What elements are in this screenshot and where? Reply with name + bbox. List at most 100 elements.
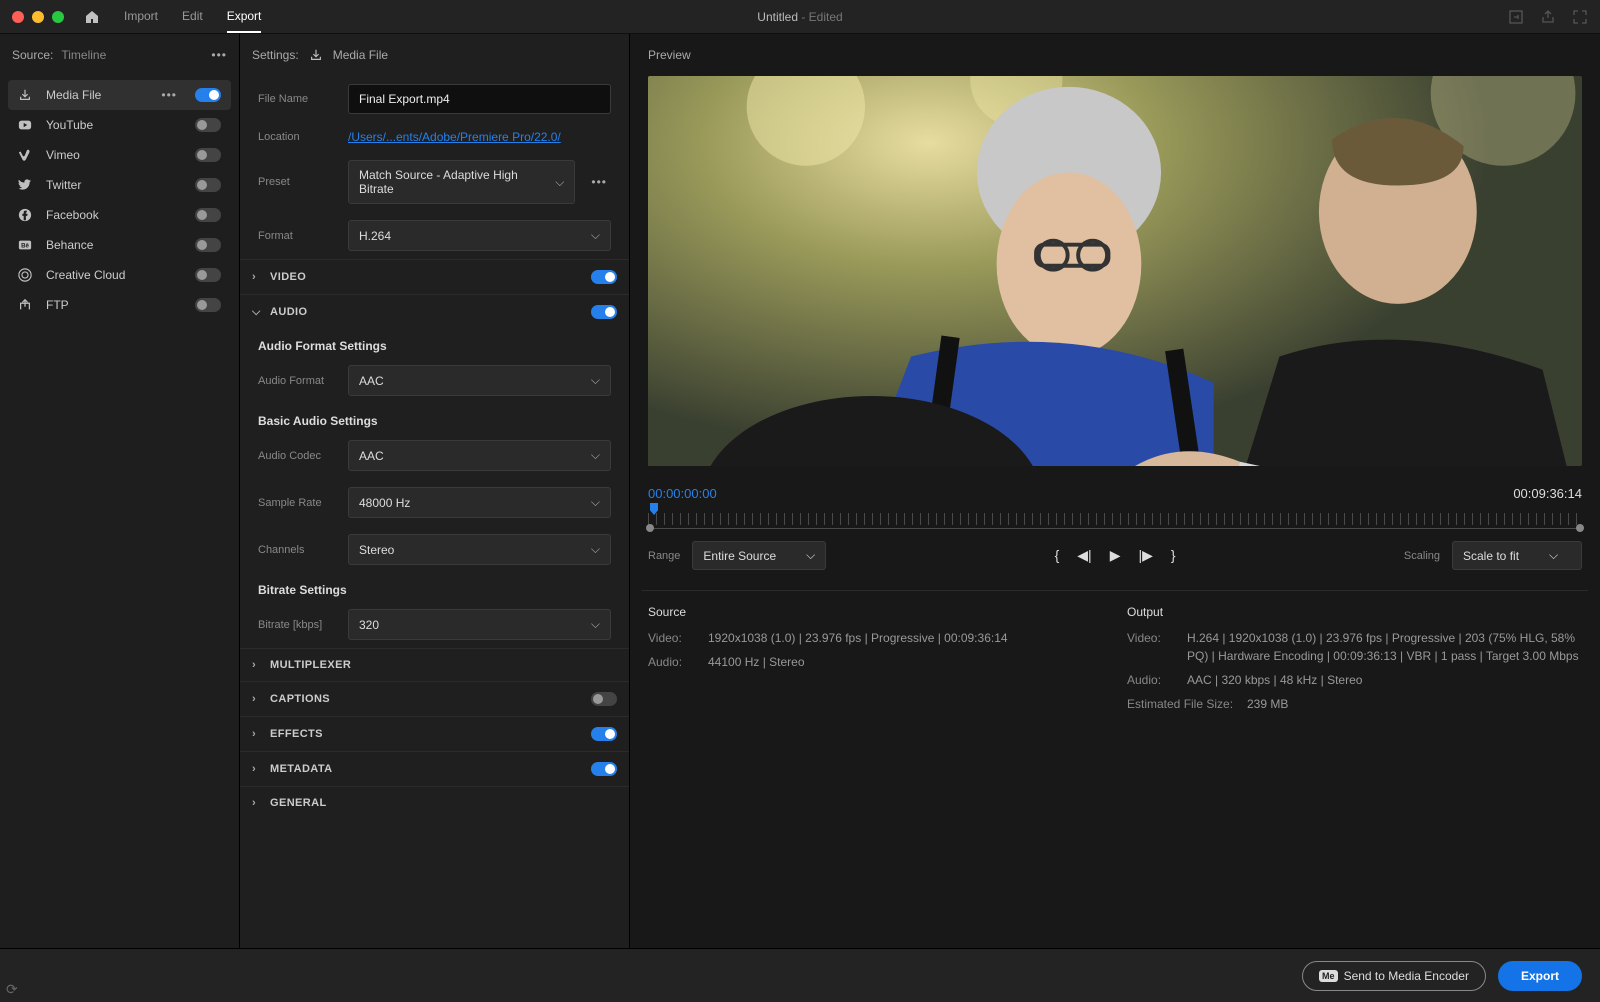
section-multiplexer[interactable]: ›MULTIPLEXER [240, 649, 629, 681]
tab-export[interactable]: Export [227, 1, 262, 33]
section-metadata-label: METADATA [270, 763, 332, 775]
titlebar: Import Edit Export Untitled - Edited [0, 0, 1600, 34]
preset-label: Preset [258, 176, 336, 188]
mark-in-icon[interactable]: { [1055, 547, 1060, 564]
section-audio[interactable]: ⌵ AUDIO [240, 295, 629, 329]
destination-label: FTP [46, 298, 183, 312]
step-forward-icon[interactable]: |▶ [1138, 547, 1152, 564]
section-general[interactable]: ›GENERAL [240, 787, 629, 819]
channels-value: Stereo [359, 543, 394, 557]
destination-toggle[interactable] [195, 118, 221, 132]
audio-codec-select[interactable]: AAC⌵ [348, 440, 611, 471]
section-effects[interactable]: ›EFFECTS [240, 717, 629, 751]
minimize-window[interactable] [32, 11, 44, 23]
destination-more-icon[interactable]: ••• [161, 88, 177, 102]
destination-twitter[interactable]: Twitter [8, 170, 231, 200]
ftp-icon [18, 298, 34, 312]
section-captions[interactable]: ›CAPTIONS [240, 682, 629, 716]
location-link[interactable]: /Users/...ents/Adobe/Premiere Pro/22.0/ [348, 130, 561, 144]
source-audio-label: Audio: [648, 653, 698, 671]
destination-toggle[interactable] [195, 298, 221, 312]
output-audio-value: AAC | 320 kbps | 48 kHz | Stereo [1187, 671, 1582, 689]
quick-export-icon[interactable] [1508, 9, 1524, 25]
destination-label: Twitter [46, 178, 183, 192]
audio-format-settings-heading: Audio Format Settings [240, 329, 629, 357]
home-icon[interactable] [84, 9, 100, 25]
tab-import[interactable]: Import [124, 1, 158, 33]
destination-toggle[interactable] [195, 268, 221, 282]
current-timecode[interactable]: 00:00:00:00 [648, 486, 717, 501]
preview-video-frame[interactable] [648, 76, 1582, 466]
chevron-right-icon: › [252, 271, 262, 283]
bitrate-settings-heading: Bitrate Settings [240, 573, 629, 601]
bitrate-value: 320 [359, 618, 379, 632]
destination-ftp[interactable]: FTP [8, 290, 231, 320]
mark-out-icon[interactable]: } [1171, 547, 1176, 564]
destination-vimeo[interactable]: Vimeo [8, 140, 231, 170]
share-icon[interactable] [1540, 9, 1556, 25]
output-video-value: H.264 | 1920x1038 (1.0) | 23.976 fps | P… [1187, 629, 1582, 665]
destination-toggle[interactable] [195, 148, 221, 162]
destination-toggle[interactable] [195, 238, 221, 252]
export-button[interactable]: Export [1498, 961, 1582, 991]
effects-toggle[interactable] [591, 727, 617, 741]
svg-text:Bē: Bē [21, 243, 29, 250]
settings-panel: Settings: Media File File Name Location … [240, 34, 630, 948]
sample-rate-label: Sample Rate [258, 497, 336, 509]
preset-select[interactable]: Match Source - Adaptive High Bitrate ⌵ [348, 160, 575, 204]
section-video[interactable]: › VIDEO [240, 260, 629, 294]
fullscreen-icon[interactable] [1572, 9, 1588, 25]
in-point-marker[interactable] [646, 524, 654, 532]
destination-media-file[interactable]: Media File••• [8, 80, 231, 110]
video-toggle[interactable] [591, 270, 617, 284]
destination-behance[interactable]: BēBehance [8, 230, 231, 260]
destination-label: Vimeo [46, 148, 183, 162]
destination-creative-cloud[interactable]: Creative Cloud [8, 260, 231, 290]
close-window[interactable] [12, 11, 24, 23]
destination-youtube[interactable]: YouTube [8, 110, 231, 140]
section-metadata[interactable]: ›METADATA [240, 752, 629, 786]
destination-label: YouTube [46, 118, 183, 132]
source-video-label: Video: [648, 629, 698, 647]
channels-select[interactable]: Stereo⌵ [348, 534, 611, 565]
facebook-icon [18, 208, 34, 222]
preset-more-icon[interactable]: ••• [587, 175, 611, 189]
step-back-icon[interactable]: ◀| [1077, 547, 1091, 564]
output-info-header: Output [1127, 605, 1582, 619]
audio-codec-label: Audio Codec [258, 450, 336, 462]
sample-rate-select[interactable]: 48000 Hz⌵ [348, 487, 611, 518]
maximize-window[interactable] [52, 11, 64, 23]
send-label: Send to Media Encoder [1344, 969, 1469, 983]
format-select[interactable]: H.264 ⌵ [348, 220, 611, 251]
section-video-label: VIDEO [270, 271, 306, 283]
section-general-label: GENERAL [270, 797, 327, 809]
timeline-ruler[interactable] [648, 507, 1582, 529]
transport-controls: { ◀| ▶ |▶ } [838, 547, 1392, 564]
captions-toggle[interactable] [591, 692, 617, 706]
destination-toggle[interactable] [195, 208, 221, 222]
file-name-input[interactable] [348, 84, 611, 114]
range-select[interactable]: Entire Source⌵ [692, 541, 826, 570]
chevron-down-icon: ⌵ [591, 228, 600, 243]
metadata-toggle[interactable] [591, 762, 617, 776]
source-row: Source: Timeline ••• [0, 34, 239, 76]
edited-indicator: - Edited [801, 10, 842, 24]
destination-facebook[interactable]: Facebook [8, 200, 231, 230]
scaling-select[interactable]: Scale to fit⌵ [1452, 541, 1582, 570]
play-icon[interactable]: ▶ [1110, 547, 1121, 564]
audio-format-select[interactable]: AAC⌵ [348, 365, 611, 396]
chevron-down-icon: ⌵ [591, 617, 600, 632]
destination-list: Media File••• YouTube Vimeo Twitter Facebook… [0, 76, 239, 324]
out-point-marker[interactable] [1576, 524, 1584, 532]
send-to-media-encoder-button[interactable]: Me Send to Media Encoder [1302, 961, 1486, 991]
source-info-header: Source [648, 605, 1103, 619]
source-value[interactable]: Timeline [61, 48, 106, 62]
source-more-icon[interactable]: ••• [211, 48, 227, 62]
bitrate-select[interactable]: 320 ⌵ [348, 609, 611, 640]
sync-status-icon[interactable]: ⟳ [6, 981, 18, 998]
audio-toggle[interactable] [591, 305, 617, 319]
tab-edit[interactable]: Edit [182, 1, 203, 33]
destination-toggle[interactable] [195, 88, 221, 102]
destination-toggle[interactable] [195, 178, 221, 192]
chevron-down-icon: ⌵ [591, 448, 600, 463]
